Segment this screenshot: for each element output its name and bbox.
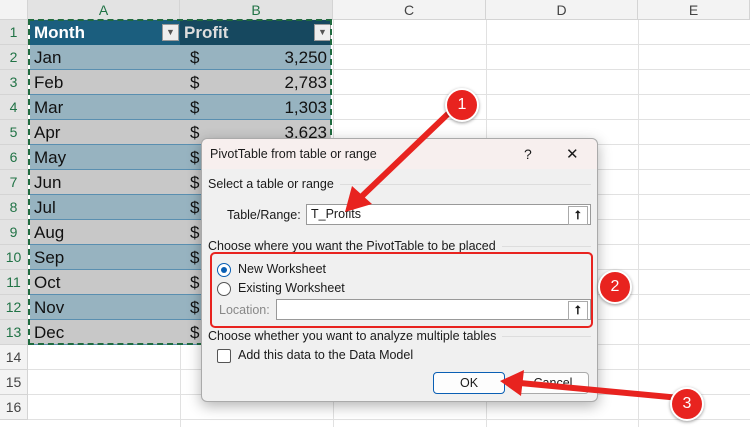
arrow-3	[519, 380, 681, 401]
callout-badge-3: 3	[670, 387, 704, 421]
callout-badge-1: 1	[445, 88, 479, 122]
arrow-3-head	[500, 370, 524, 396]
arrow-1	[355, 107, 455, 203]
annotation-arrows	[345, 107, 681, 401]
callout-badge-2: 2	[598, 270, 632, 304]
